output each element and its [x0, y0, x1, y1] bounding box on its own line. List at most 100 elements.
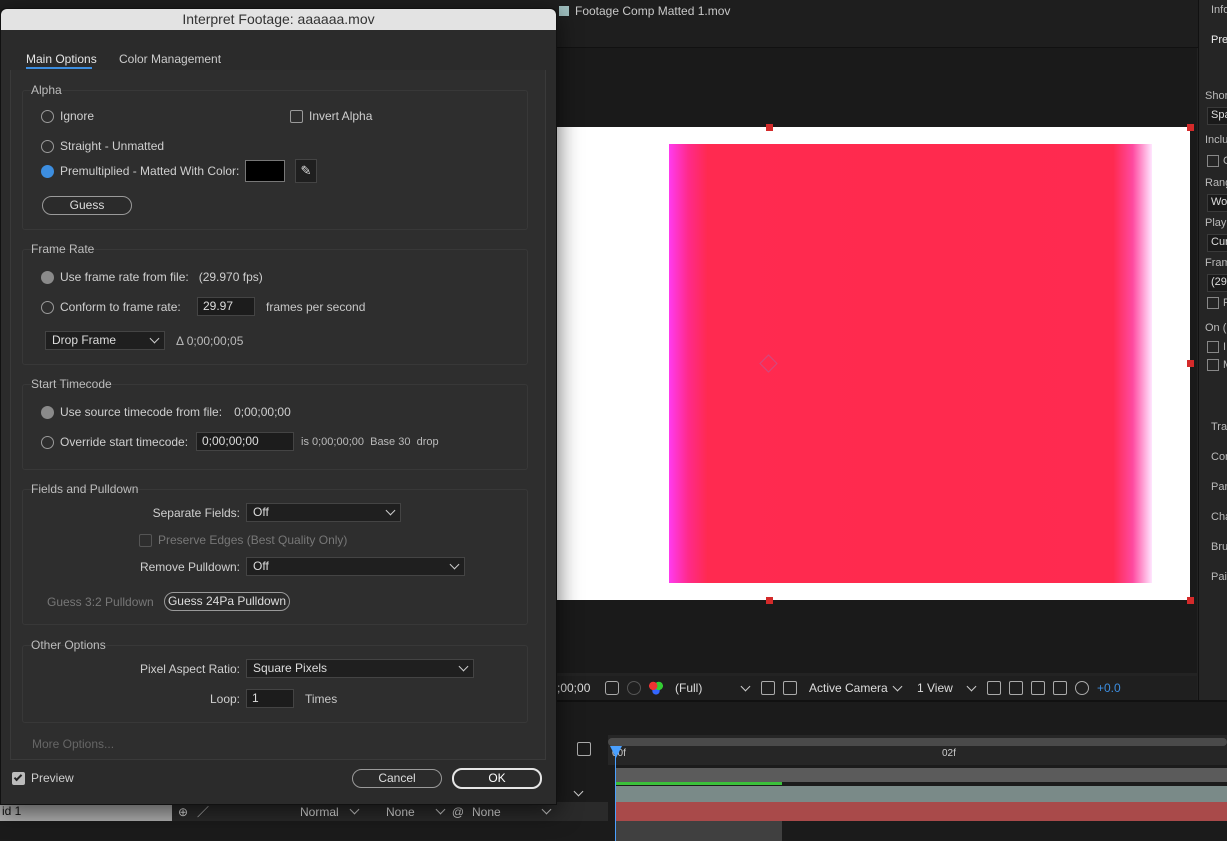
blend-mode-select[interactable]: Normal: [296, 803, 362, 820]
loop-unit-label: Times: [305, 692, 338, 706]
frame-rate-group-label: Frame Rate: [31, 242, 95, 256]
option-i-checkbox[interactable]: [1207, 341, 1219, 353]
snapshot-camera-icon[interactable]: [605, 681, 619, 695]
ruler-mark-label: 02f: [942, 748, 956, 759]
preserve-edges-checkbox[interactable]: [139, 533, 152, 547]
pickwhip-icon[interactable]: @: [448, 805, 468, 819]
range-select[interactable]: Wo: [1207, 194, 1227, 212]
show-snapshot-icon[interactable]: [627, 681, 641, 695]
straight-radio[interactable]: [41, 139, 54, 153]
drop-frame-select[interactable]: Drop Frame: [45, 331, 165, 350]
use-file-frame-rate-option[interactable]: Use frame rate from file: (29.970 fps): [41, 270, 263, 284]
use-source-timecode-option[interactable]: Use source timecode from file: 0;00;00;00: [41, 405, 291, 419]
content-panel-tab[interactable]: Con: [1211, 451, 1227, 463]
conform-fps-input[interactable]: 29.97: [197, 297, 255, 316]
toggle-pixel-aspect-icon[interactable]: [987, 681, 1001, 695]
transform-handle-top-right[interactable]: [1187, 124, 1194, 131]
transform-handle-bottom-right[interactable]: [1187, 597, 1194, 604]
viewer-timecode[interactable]: ;00;00: [557, 681, 597, 695]
view-layout-select[interactable]: 1 View: [913, 678, 979, 698]
override-timecode-input[interactable]: 0;00;00;00: [196, 432, 294, 451]
reset-exposure-icon[interactable]: [1075, 681, 1089, 695]
guess-32-pulldown-button[interactable]: Guess 3:2 Pulldown: [47, 595, 154, 609]
color-channels-icon[interactable]: [649, 681, 663, 695]
layer-track[interactable]: [616, 768, 1227, 782]
frame-rate-select[interactable]: (29: [1207, 274, 1227, 292]
transform-handle-right[interactable]: [1187, 360, 1194, 367]
timeline-icon[interactable]: [1031, 681, 1045, 695]
tab-main-options[interactable]: Main Options: [26, 52, 97, 66]
parent-select[interactable]: None: [468, 803, 554, 820]
comp-flowchart-icon[interactable]: [577, 742, 591, 756]
camera-select[interactable]: Active Camera: [805, 678, 905, 698]
matte-color-swatch[interactable]: [245, 160, 285, 182]
premultiplied-radio[interactable]: [41, 164, 54, 178]
eyedropper-icon[interactable]: ✎: [295, 159, 317, 183]
character-panel-tab[interactable]: Cha: [1211, 511, 1227, 523]
blend-mode-value: Normal: [300, 804, 339, 819]
conform-frame-rate-radio[interactable]: [41, 300, 54, 314]
layer-duration-bar[interactable]: [616, 802, 1227, 821]
ignore-option[interactable]: Ignore: [41, 109, 94, 123]
track-matte-select[interactable]: None: [382, 803, 448, 820]
flowchart-icon[interactable]: [1053, 681, 1067, 695]
pixel-aspect-ratio-select[interactable]: Square Pixels: [246, 659, 474, 678]
shy-icon[interactable]: ⊕: [172, 805, 194, 819]
exposure-value[interactable]: +0.0: [1097, 681, 1121, 695]
composition-tab[interactable]: Footage Comp Matted 1.mov: [559, 3, 730, 19]
use-source-timecode-radio[interactable]: [41, 405, 54, 419]
cancel-button[interactable]: Cancel: [352, 769, 442, 788]
premultiplied-label: Premultiplied - Matted With Color:: [60, 164, 240, 178]
separate-fields-select[interactable]: Off: [246, 503, 401, 522]
tracker-panel-tab[interactable]: Trac: [1211, 421, 1227, 433]
transparency-grid-icon[interactable]: [783, 681, 797, 695]
ok-button[interactable]: OK: [452, 768, 542, 789]
loop-input[interactable]: 1: [246, 689, 294, 708]
work-area-bar[interactable]: [608, 738, 1227, 746]
override-timecode-option[interactable]: Override start timecode:: [41, 435, 188, 449]
override-timecode-radio[interactable]: [41, 435, 54, 449]
preview-option[interactable]: Preview: [12, 771, 74, 785]
camera-value: Active Camera: [809, 681, 888, 695]
layer-track[interactable]: [616, 786, 1227, 802]
resolution-select[interactable]: (Full): [671, 678, 753, 698]
guess-24pa-pulldown-button[interactable]: Guess 24Pa Pulldown: [164, 592, 290, 611]
preserve-edges-option[interactable]: Preserve Edges (Best Quality Only): [139, 533, 347, 547]
timecode-info: is 0;00;00;00 Base 30 drop: [301, 436, 439, 448]
shortcut-select[interactable]: Spa: [1207, 107, 1227, 125]
guess-alpha-button[interactable]: Guess: [42, 196, 132, 215]
tab-color-management[interactable]: Color Management: [119, 52, 221, 66]
option-m-checkbox[interactable]: [1207, 359, 1219, 371]
more-options-button[interactable]: More Options...: [32, 737, 114, 751]
pen-icon[interactable]: ／: [194, 803, 212, 820]
solid-layer-preview[interactable]: [669, 144, 1152, 583]
transform-handle-top[interactable]: [766, 124, 773, 131]
range-label: Rang: [1205, 177, 1227, 189]
checkmark-icon: [13, 772, 23, 781]
fast-previews-icon[interactable]: [1009, 681, 1023, 695]
chevron-down-icon: [458, 661, 469, 672]
info-panel-tab[interactable]: Info: [1211, 4, 1227, 16]
paragraph-panel-tab[interactable]: Par: [1211, 481, 1227, 493]
preview-checkbox[interactable]: [12, 771, 25, 785]
conform-frame-rate-option[interactable]: Conform to frame rate:: [41, 300, 181, 314]
invert-alpha-checkbox[interactable]: [290, 109, 303, 123]
transform-handle-bottom[interactable]: [766, 597, 773, 604]
include-checkbox[interactable]: [1207, 155, 1219, 167]
play-select[interactable]: Cur: [1207, 234, 1227, 252]
region-of-interest-icon[interactable]: [761, 681, 775, 695]
ignore-radio[interactable]: [41, 109, 54, 123]
current-time-indicator[interactable]: [615, 748, 616, 841]
layer-track[interactable]: [616, 821, 782, 841]
remove-pulldown-select[interactable]: Off: [246, 557, 465, 576]
brushes-panel-tab[interactable]: Bru: [1211, 541, 1227, 553]
invert-alpha-option[interactable]: Invert Alpha: [290, 109, 372, 123]
skip-frames-checkbox[interactable]: [1207, 297, 1219, 309]
preview-panel-tab[interactable]: Pre: [1211, 34, 1227, 46]
straight-option[interactable]: Straight - Unmatted: [41, 139, 164, 153]
use-file-frame-rate-radio[interactable]: [41, 270, 54, 284]
play-label: Play: [1205, 217, 1227, 229]
paint-panel-tab[interactable]: Pai: [1211, 571, 1227, 583]
premultiplied-option[interactable]: Premultiplied - Matted With Color:: [41, 164, 239, 178]
chevron-down-icon: [349, 804, 360, 815]
